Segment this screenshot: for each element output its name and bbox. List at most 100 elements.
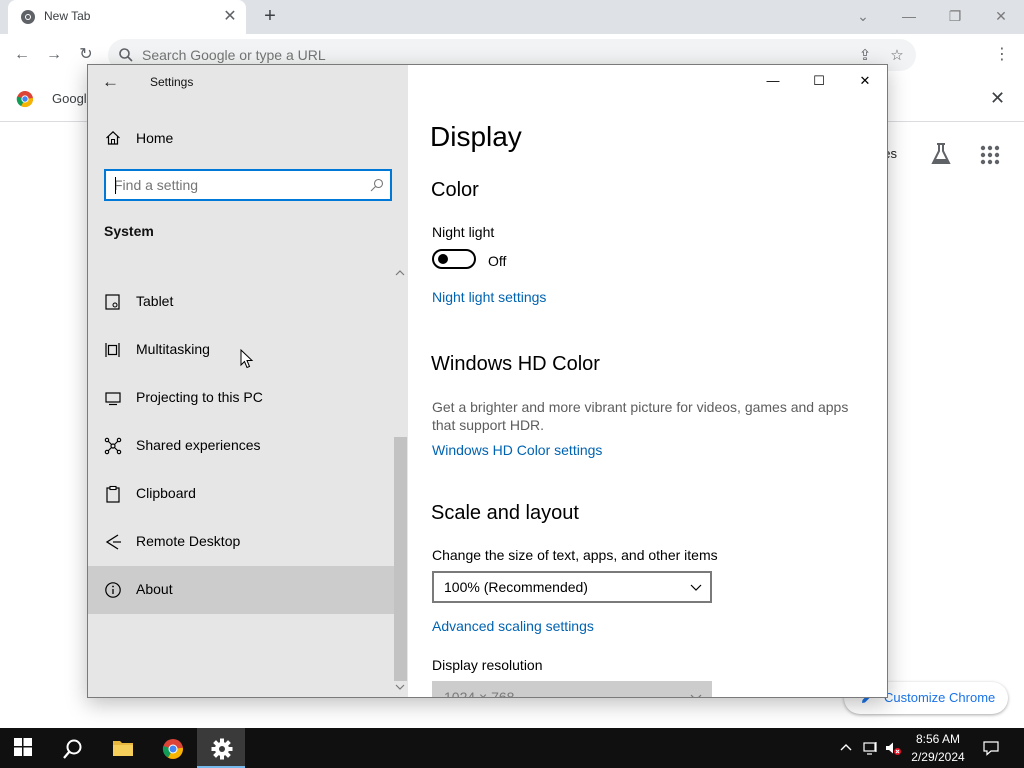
info-icon (105, 582, 121, 598)
chrome-logo-icon (162, 739, 183, 759)
forward-arrow-icon[interactable]: → (42, 43, 66, 67)
google-apps-icon[interactable] (980, 145, 1000, 165)
tab-close-icon[interactable]: ✕ (220, 7, 240, 27)
tab-search-icon[interactable]: ⌄ (840, 2, 886, 30)
maximize-icon[interactable]: ☐ (796, 65, 842, 97)
scale-layout-heading: Scale and layout (431, 502, 579, 524)
projecting-icon (105, 392, 121, 406)
back-arrow-icon[interactable]: ← (102, 71, 122, 95)
clipboard-icon (106, 485, 120, 503)
nav-home[interactable]: Home (88, 121, 408, 157)
find-setting-search[interactable] (104, 169, 392, 201)
windows-logo-icon (14, 738, 32, 756)
infobar-text: Googl (52, 91, 87, 106)
sidebar-item-label: Tablet (136, 293, 174, 309)
minimize-icon[interactable]: — (886, 2, 932, 30)
toggle-knob (438, 254, 448, 264)
chrome-menu-icon[interactable]: ⋮ (990, 43, 1014, 67)
taskbar-search-button[interactable] (48, 728, 96, 768)
taskbar-chrome[interactable] (148, 728, 196, 768)
sidebar-item-remote-desktop[interactable]: Remote Desktop (88, 518, 394, 566)
search-icon[interactable] (370, 178, 384, 192)
omnibox-input[interactable] (142, 45, 662, 65)
night-light-settings-link[interactable]: Night light settings (432, 289, 546, 305)
sidebar-item-label: Projecting to this PC (136, 389, 263, 405)
chevron-down-icon (690, 584, 702, 591)
settings-nav-pane: ← Settings Home System Tablet (88, 65, 408, 697)
resolution-value: 1024 × 768 (444, 689, 515, 698)
scale-dropdown[interactable]: 100% (Recommended) (432, 571, 712, 603)
text-caret (115, 177, 116, 194)
bookmark-star-icon[interactable]: ☆ (888, 47, 906, 65)
shared-experiences-icon (104, 437, 122, 455)
customize-chrome-label: Customize Chrome (884, 690, 996, 705)
chrome-logo-icon (16, 91, 33, 108)
scroll-up-chevron-icon[interactable] (393, 267, 407, 279)
taskbar-file-explorer[interactable] (98, 728, 146, 768)
nav-scrollbar-thumb[interactable] (394, 437, 407, 681)
new-tab-button[interactable]: + (258, 5, 282, 29)
nav-section-system: System (104, 223, 154, 239)
taskbar (0, 728, 1024, 768)
labs-flask-icon[interactable] (930, 142, 952, 166)
network-icon[interactable] (863, 740, 879, 756)
night-light-state: Off (488, 253, 507, 269)
app-title: Settings (150, 75, 194, 89)
resolution-dropdown[interactable]: 1024 × 768 (432, 681, 712, 698)
sidebar-item-label: About (136, 581, 173, 597)
sidebar-item-clipboard[interactable]: Clipboard (88, 470, 394, 518)
clock-date[interactable]: 2/29/2024 (906, 750, 970, 764)
restore-icon[interactable]: ❐ (932, 2, 978, 30)
sidebar-item-label: Remote Desktop (136, 533, 241, 549)
tab-title: New Tab (44, 9, 91, 23)
page-title: Display (430, 121, 522, 152)
search-icon (63, 739, 82, 759)
sidebar-item-about[interactable]: About (88, 566, 394, 614)
hd-color-settings-link[interactable]: Windows HD Color settings (432, 442, 602, 458)
mouse-cursor-icon (240, 349, 254, 369)
volume-muted-icon[interactable] (885, 740, 901, 756)
scroll-down-chevron-icon[interactable] (393, 681, 407, 693)
night-light-label: Night light (432, 224, 495, 240)
sidebar-item-label: Clipboard (136, 485, 196, 501)
close-icon[interactable]: ✕ (978, 2, 1024, 30)
find-setting-input[interactable] (114, 176, 354, 194)
scale-label: Change the size of text, apps, and other… (432, 547, 718, 563)
home-icon (106, 130, 120, 145)
multitasking-icon (105, 343, 120, 357)
hd-color-description: Get a brighter and more vibrant picture … (432, 399, 849, 433)
settings-window: ← Settings Home System Tablet (87, 64, 888, 698)
color-heading: Color (431, 179, 479, 201)
infobar-close-icon[interactable]: ✕ (990, 88, 1005, 109)
share-icon[interactable]: ⇪ (856, 47, 874, 65)
chrome-tab-strip: New Tab ✕ + ⌄ — ❐ ✕ (0, 0, 1024, 34)
gear-icon (211, 738, 233, 760)
search-icon (119, 48, 133, 62)
back-arrow-icon[interactable]: ← (10, 43, 34, 67)
sidebar-item-label: Shared experiences (136, 437, 261, 453)
hd-color-heading: Windows HD Color (431, 353, 600, 375)
resolution-label: Display resolution (432, 657, 543, 673)
settings-content-pane: — ☐ ✕ Display Color Night light Off Nigh… (408, 65, 887, 698)
remote-desktop-icon (105, 534, 121, 550)
clock-time[interactable]: 8:56 AM (906, 732, 970, 746)
night-light-toggle[interactable] (432, 249, 476, 269)
minimize-icon[interactable]: — (750, 65, 796, 97)
chrome-tab[interactable]: New Tab ✕ (8, 0, 246, 34)
advanced-scaling-link[interactable]: Advanced scaling settings (432, 618, 594, 634)
sidebar-item-tablet[interactable]: Tablet (88, 278, 394, 326)
close-icon[interactable]: ✕ (842, 65, 887, 97)
sidebar-item-shared-experiences[interactable]: Shared experiences (88, 422, 394, 470)
folder-icon (113, 741, 133, 756)
start-button[interactable] (0, 728, 48, 768)
tablet-icon (105, 294, 120, 310)
sidebar-item-label: Multitasking (136, 341, 210, 357)
taskbar-settings[interactable] (197, 728, 245, 768)
chrome-favicon-icon (21, 10, 35, 24)
notifications-icon[interactable] (983, 740, 999, 756)
scale-value: 100% (Recommended) (444, 579, 588, 595)
tray-chevron-up-icon[interactable] (838, 740, 854, 756)
chevron-down-icon (690, 694, 702, 697)
sidebar-item-projecting[interactable]: Projecting to this PC (88, 374, 394, 422)
nav-home-label: Home (136, 130, 174, 146)
